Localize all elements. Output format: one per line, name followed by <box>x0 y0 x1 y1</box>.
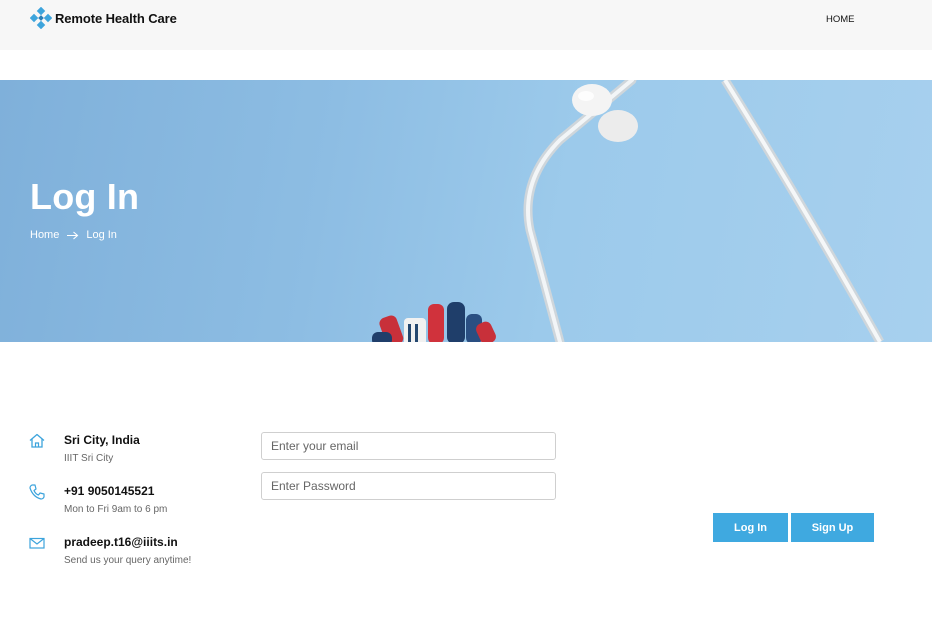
breadcrumb-home-link[interactable]: Home <box>30 229 59 241</box>
breadcrumb: Home Log In <box>30 229 117 241</box>
arrow-right-icon <box>67 231 79 240</box>
signup-button[interactable]: Sign Up <box>791 513 874 542</box>
contact-subtitle: IIIT Sri City <box>64 453 114 464</box>
login-button[interactable]: Log In <box>713 513 788 542</box>
brand-diamond-icon <box>30 7 52 29</box>
contact-item-phone: +91 9050145521 Mon to Fri 9am to 6 pm <box>28 481 248 532</box>
contact-subtitle: Mon to Fri 9am to 6 pm <box>64 504 168 515</box>
contact-title: +91 9050145521 <box>64 484 155 498</box>
mail-icon <box>29 537 45 549</box>
contact-item-email: pradeep.t16@iiits.in Send us your query … <box>28 532 248 583</box>
contact-title: Sri City, India <box>64 433 140 447</box>
email-input[interactable] <box>261 432 556 460</box>
stethoscope-illustration <box>372 80 884 342</box>
brand-name: Remote Health Care <box>55 10 177 26</box>
brand-logo[interactable]: Remote Health Care <box>30 7 177 29</box>
page-title: Log In <box>30 176 140 217</box>
breadcrumb-current: Log In <box>86 229 117 241</box>
contact-info: Sri City, India IIIT Sri City +91 905014… <box>28 430 248 583</box>
nav-home-link[interactable]: HOME <box>826 14 855 25</box>
contact-title: pradeep.t16@iiits.in <box>64 535 178 549</box>
hero-banner: Log In Home Log In <box>0 80 932 342</box>
contact-subtitle: Send us your query anytime! <box>64 555 192 566</box>
contact-item-address: Sri City, India IIIT Sri City <box>28 430 248 481</box>
phone-icon <box>29 484 45 500</box>
top-header: Remote Health Care HOME <box>0 0 932 50</box>
password-input[interactable] <box>261 472 556 500</box>
home-icon <box>29 433 45 448</box>
